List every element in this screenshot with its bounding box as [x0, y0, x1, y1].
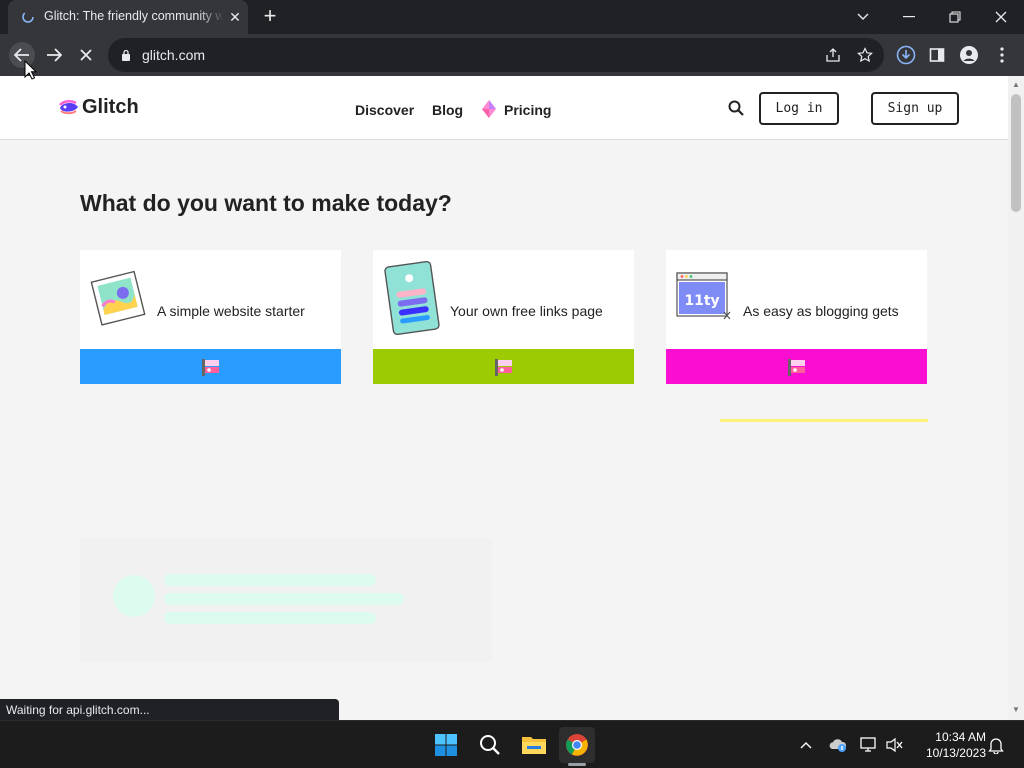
scroll-thumb[interactable]: [1011, 94, 1021, 212]
mouse-cursor-icon: [24, 60, 37, 80]
website-starter-art-icon: [90, 270, 146, 326]
network-monitor-icon[interactable]: [859, 735, 879, 755]
page-scrollbar[interactable]: ▲ ▼: [1008, 76, 1024, 720]
nav-discover-link[interactable]: Discover: [355, 102, 414, 118]
remix-bar[interactable]: [80, 349, 341, 384]
forward-arrow-icon[interactable]: [41, 42, 67, 68]
side-panel-icon[interactable]: [926, 44, 948, 66]
tab-close-icon[interactable]: ✕: [226, 8, 244, 26]
address-bar[interactable]: glitch.com: [108, 38, 884, 72]
skeleton-line: [164, 612, 376, 624]
clock-time: 10:34 AM: [935, 730, 986, 744]
card-label: Your own free links page: [450, 303, 603, 319]
skeleton-line: [164, 593, 404, 605]
windows-start-icon[interactable]: [428, 727, 464, 763]
url-text[interactable]: glitch.com: [142, 47, 205, 63]
lock-icon[interactable]: [121, 49, 131, 61]
nav-pricing-link[interactable]: Pricing: [504, 102, 551, 118]
remix-bar[interactable]: [666, 349, 927, 384]
tray-overflow-chevron-icon[interactable]: [796, 735, 816, 755]
eleventy-blog-art-icon: 11ty: [676, 272, 731, 320]
share-icon[interactable]: [824, 46, 842, 64]
tab-title-fade: [198, 6, 224, 26]
browser-toolbar: glitch.com: [0, 34, 1024, 76]
page-viewport: Glitch Discover Blog Pricing Log in Sign…: [0, 76, 1008, 720]
remix-fish-icon: [494, 358, 512, 376]
sign-up-button[interactable]: Sign up: [871, 92, 959, 125]
search-icon[interactable]: [728, 100, 744, 116]
browser-tab-strip: Glitch: The friendly community where eve…: [0, 0, 1024, 34]
taskbar-clock[interactable]: 10:34 AM 10/13/2023: [914, 729, 986, 761]
onedrive-cloud-icon[interactable]: [828, 735, 848, 755]
close-window-icon[interactable]: [978, 0, 1024, 34]
windows-taskbar: 10:34 AM 10/13/2023: [0, 720, 1024, 768]
tab-search-chevron-icon[interactable]: [840, 0, 886, 34]
starter-card-website[interactable]: A simple website starter: [80, 250, 341, 384]
nav-blog-link[interactable]: Blog: [432, 102, 463, 118]
bookmark-star-icon[interactable]: [856, 46, 874, 64]
clock-date: 10/13/2023: [925, 746, 986, 760]
scroll-up-icon[interactable]: ▲: [1012, 81, 1020, 89]
profile-avatar-icon[interactable]: [958, 44, 980, 66]
file-explorer-icon[interactable]: [516, 727, 552, 763]
remix-bar[interactable]: [373, 349, 634, 384]
eleventy-art-text: 11ty: [684, 293, 719, 309]
page-headline: What do you want to make today?: [80, 190, 452, 216]
new-tab-button[interactable]: +: [258, 4, 282, 28]
scroll-down-icon[interactable]: ▼: [1012, 706, 1020, 714]
logo-text: Glitch: [82, 96, 139, 118]
restore-icon[interactable]: [932, 0, 978, 34]
notification-bell-icon[interactable]: [986, 735, 1006, 755]
starter-card-links[interactable]: Your own free links page: [373, 250, 634, 384]
chrome-taskbar-icon[interactable]: [559, 727, 595, 763]
glitch-fish-logo-icon: [59, 99, 78, 114]
starter-card-blog[interactable]: 11ty As easy as blogging gets: [666, 250, 927, 384]
minimize-icon[interactable]: [886, 0, 932, 34]
stop-loading-icon[interactable]: [73, 42, 99, 68]
skeleton-avatar: [113, 575, 155, 617]
active-app-indicator: [568, 763, 586, 766]
tab-title: Glitch: The friendly community where eve…: [44, 9, 222, 23]
log-in-button[interactable]: Log in: [759, 92, 839, 125]
card-label: As easy as blogging gets: [743, 303, 899, 319]
chrome-menu-icon[interactable]: [991, 44, 1013, 66]
browser-tab[interactable]: Glitch: The friendly community where eve…: [8, 0, 248, 34]
remix-fish-icon: [787, 358, 805, 376]
loading-favicon-icon: [22, 11, 34, 23]
loading-skeleton-card: [80, 538, 492, 662]
pricing-gem-icon: [482, 100, 496, 118]
glitch-logo[interactable]: Glitch: [58, 96, 139, 119]
site-header: Glitch Discover Blog Pricing Log in Sign…: [0, 76, 1008, 140]
links-page-art-icon: [384, 260, 440, 336]
download-icon[interactable]: [895, 44, 917, 66]
skeleton-line: [164, 574, 376, 586]
taskbar-search-icon[interactable]: [472, 727, 508, 763]
loading-underline: [720, 419, 928, 422]
browser-status-text: Waiting for api.glitch.com...: [0, 699, 339, 720]
card-label: A simple website starter: [157, 303, 305, 319]
volume-muted-icon[interactable]: [885, 735, 905, 755]
remix-fish-icon: [201, 358, 219, 376]
